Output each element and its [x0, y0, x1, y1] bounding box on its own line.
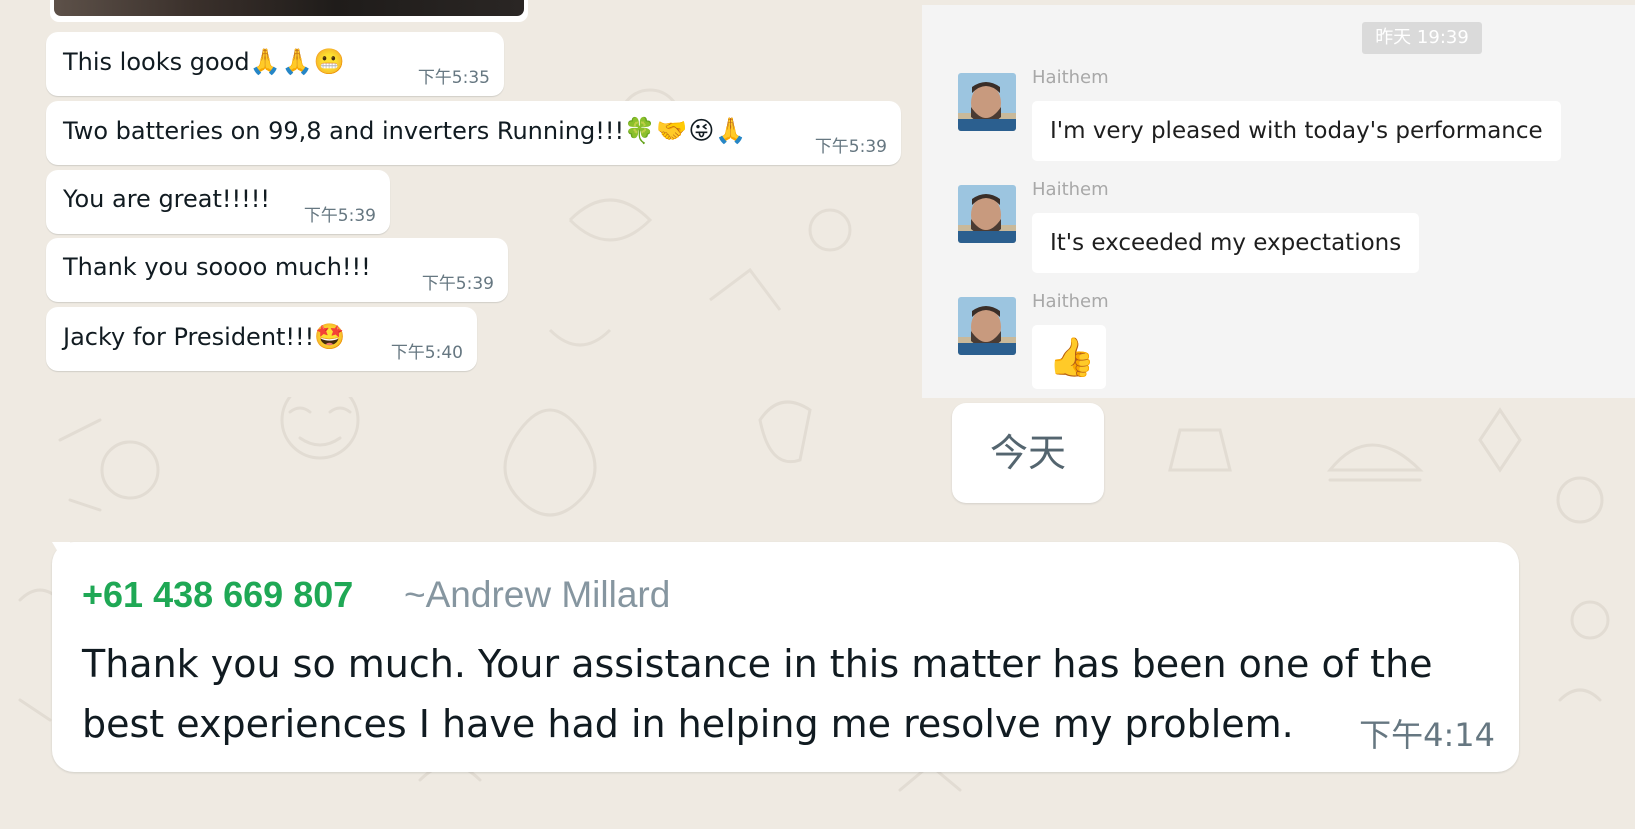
left-chat-panel: This looks good🙏🙏😬 下午5:35 Two batteries …: [10, 0, 915, 397]
date-separator: 昨天 19:39: [1362, 22, 1482, 54]
message-emoji: 🙏🙏😬: [249, 47, 346, 76]
message-bubble[interactable]: I'm very pleased with today's performanc…: [1032, 101, 1561, 161]
today-date-separator: 今天: [952, 403, 1104, 503]
avatar-photo: [958, 297, 1016, 355]
message-text-body: You are great!!!!!: [63, 185, 270, 213]
sender-phone-number[interactable]: +61 438 669 807: [82, 574, 353, 616]
message-text: Thank you soooo much!!!: [63, 253, 371, 281]
message-timestamp: 下午5:35: [417, 68, 490, 88]
message-text: Jacky for President!!!🤩: [63, 322, 346, 352]
sender-name: Haithem: [1032, 291, 1109, 312]
message-text-body: Two batteries on 99,8 and inverters Runn…: [63, 117, 625, 145]
sender-name: Haithem: [1032, 179, 1109, 200]
message-bubble[interactable]: Thank you soooo much!!! 下午5:39: [46, 238, 508, 302]
message-text: Two batteries on 99,8 and inverters Runn…: [63, 116, 748, 146]
message-bubble[interactable]: You are great!!!!! 下午5:39: [46, 170, 390, 234]
message-timestamp: 下午5:39: [303, 206, 376, 226]
message-text-body: This looks good: [63, 48, 250, 76]
message-timestamp: 下午5:39: [421, 274, 494, 294]
message-text: This looks good🙏🙏😬: [63, 47, 346, 77]
image-message-stub[interactable]: [50, 0, 528, 22]
avatar-photo: [958, 73, 1016, 131]
right-chat-panel: 昨天 19:39 Haithem I'm very pleased with t…: [922, 5, 1635, 398]
avatar[interactable]: [958, 185, 1016, 243]
message-text-body: Jacky for President!!!: [63, 323, 315, 351]
avatar[interactable]: [958, 297, 1016, 355]
message-bubble[interactable]: Two batteries on 99,8 and inverters Runn…: [46, 101, 901, 165]
image-thumbnail[interactable]: [54, 0, 524, 16]
message-timestamp: 下午4:14: [1359, 716, 1495, 754]
message-timestamp: 下午5:39: [814, 137, 887, 157]
avatar[interactable]: [958, 73, 1016, 131]
message-timestamp: 下午5:40: [390, 343, 463, 363]
avatar-photo: [958, 185, 1016, 243]
message-bubble[interactable]: This looks good🙏🙏😬 下午5:35: [46, 32, 504, 96]
message-bubble[interactable]: It's exceeded my expectations: [1032, 213, 1420, 273]
incoming-message-bubble[interactable]: +61 438 669 807 ~Andrew Millard Thank yo…: [52, 542, 1519, 772]
message-bubble[interactable]: 👍: [1032, 325, 1106, 389]
message-emoji: 🤩: [314, 322, 347, 351]
message-bubble[interactable]: Jacky for President!!!🤩 下午5:40: [46, 307, 477, 371]
sender-name: Haithem: [1032, 67, 1109, 88]
message-text: You are great!!!!!: [63, 185, 270, 213]
message-text: Thank you so much. Your assistance in th…: [82, 642, 1433, 746]
thumbs-up-icon: 👍: [1048, 335, 1096, 379]
message-emoji: 🍀🤝😜🙏: [624, 116, 748, 145]
message-text-body: Thank you soooo much!!!: [63, 253, 371, 281]
bubble-tail-icon: [52, 542, 70, 572]
sender-alias: ~Andrew Millard: [404, 574, 671, 615]
